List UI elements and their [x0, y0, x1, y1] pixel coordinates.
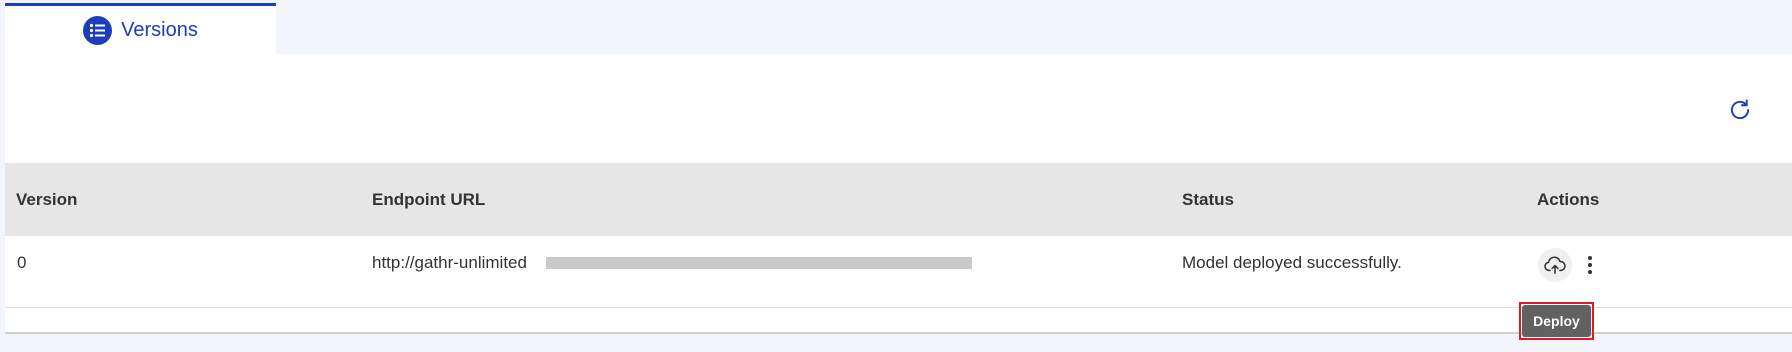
cell-status: Model deployed successfully.: [1182, 253, 1402, 272]
table-header: Version Endpoint URL Status Actions: [5, 163, 1792, 236]
table-row: 0 http://gathr-unlimited Model deployed …: [5, 236, 1792, 308]
tab-versions-label: Versions: [121, 18, 198, 41]
redacted-url-segment: [546, 257, 972, 269]
tab-bar: Versions: [0, 0, 1792, 54]
deploy-button[interactable]: [1538, 248, 1572, 282]
refresh-button[interactable]: [1725, 95, 1755, 125]
cloud-upload-icon: [1544, 256, 1566, 274]
more-actions-button[interactable]: [1580, 250, 1600, 280]
column-header-status: Status: [1182, 190, 1234, 209]
deploy-tooltip: Deploy: [1522, 305, 1591, 337]
tab-versions[interactable]: Versions: [5, 3, 276, 54]
column-header-endpoint-url: Endpoint URL: [372, 190, 486, 209]
list-icon: [83, 15, 113, 45]
column-header-version: Version: [16, 190, 78, 209]
column-header-actions: Actions: [1537, 190, 1600, 209]
more-vertical-icon: [1588, 256, 1592, 274]
cell-endpoint-url[interactable]: http://gathr-unlimited: [372, 236, 527, 290]
refresh-icon: [1730, 99, 1750, 120]
cell-version: 0: [17, 253, 27, 272]
